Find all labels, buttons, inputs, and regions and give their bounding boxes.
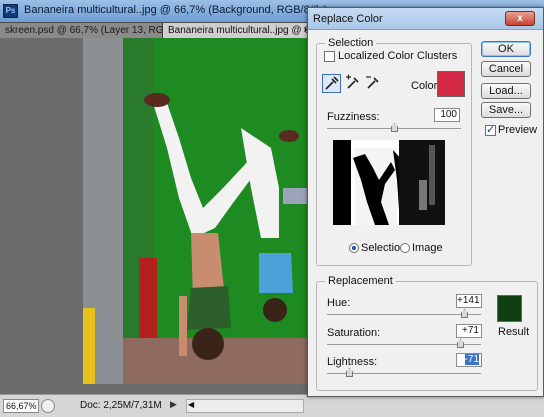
localized-color-clusters-checkbox[interactable] [324, 51, 335, 62]
photoshop-logo-icon: Ps [3, 4, 18, 18]
eyedropper-plus-icon[interactable] [343, 74, 362, 93]
lightness-label: Lightness: [327, 356, 378, 368]
selection-group-label: Selection [325, 37, 377, 49]
doc-size: Doc: 2,25M/7,31M [80, 400, 162, 411]
hue-input[interactable]: +141 [456, 294, 482, 308]
window-title: Bananeira multicultural..jpg @ 66,7% (Ba… [24, 4, 327, 16]
dialog-title-bar: Replace Color x [308, 8, 543, 30]
fuzziness-input[interactable]: 100 [434, 108, 460, 122]
lightness-input[interactable]: -71 [456, 353, 482, 367]
tab-bananeira[interactable]: Bananeira multicultural..jpg @ 66,7% ( × [163, 23, 313, 38]
eyedropper-minus-icon[interactable] [363, 74, 382, 93]
selection-preview-image [333, 140, 445, 225]
load-button[interactable]: Load... [481, 83, 531, 99]
tab-label: Bananeira multicultural..jpg @ 66,7% ( [168, 25, 313, 36]
selection-mode-radio[interactable] [349, 243, 359, 253]
status-info-icon[interactable] [41, 399, 55, 413]
lightness-value: -71 [464, 354, 479, 365]
scroll-left-icon[interactable]: ◀ [188, 400, 194, 409]
saturation-input[interactable]: +71 [456, 324, 482, 338]
dialog-title: Replace Color [313, 13, 383, 25]
color-label: Color: [411, 80, 441, 92]
result-label: Result [498, 326, 530, 338]
localized-color-clusters-label: Localized Color Clusters [338, 50, 458, 62]
cancel-button[interactable]: Cancel [481, 61, 531, 77]
horizontal-scrollbar[interactable]: ◀ [186, 399, 304, 413]
fuzziness-label: Fuzziness: [327, 111, 380, 123]
status-menu-arrow-icon[interactable]: ▶ [170, 399, 177, 410]
image-mode-radio[interactable] [400, 243, 410, 253]
status-bar: 66,67% Doc: 2,25M/7,31M ▶ ◀ [0, 394, 544, 417]
hue-label: Hue: [327, 297, 351, 309]
preview-checkbox[interactable] [485, 123, 496, 136]
preview-label: Preview [498, 124, 538, 136]
ok-button[interactable]: OK [481, 41, 531, 57]
image-mode-label: Image [412, 242, 443, 254]
eyedropper-icon[interactable] [322, 74, 341, 93]
saturation-label: Saturation: [327, 327, 381, 339]
tab-skreen[interactable]: skreen.psd @ 66,7% (Layer 13, RGB/8) * [0, 23, 163, 38]
dialog-close-button[interactable]: x [505, 11, 535, 26]
replacement-group-label: Replacement [325, 275, 396, 287]
hue-slider-track[interactable] [327, 314, 481, 315]
document-photo[interactable] [83, 38, 307, 384]
replace-color-dialog: Replace Color x Selection Localized Colo… [307, 7, 544, 397]
result-color-swatch [497, 295, 522, 322]
zoom-field[interactable]: 66,67% [3, 399, 39, 413]
save-button[interactable]: Save... [481, 102, 531, 118]
selection-color-swatch[interactable] [437, 71, 465, 97]
